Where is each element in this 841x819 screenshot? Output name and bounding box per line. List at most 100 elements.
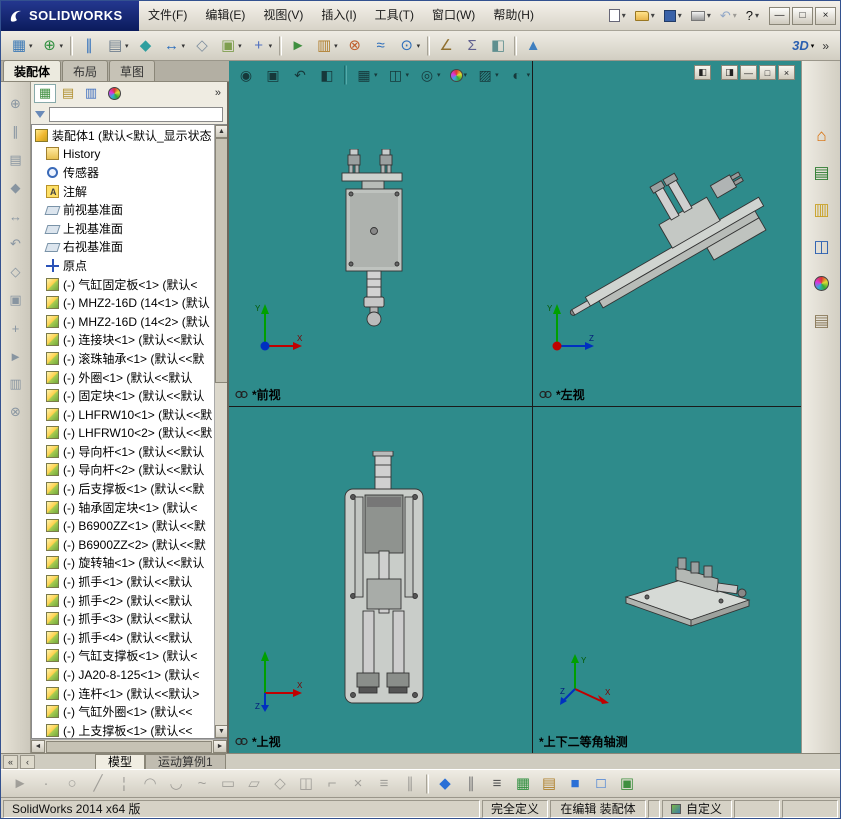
scrollbar-thumb[interactable]: [46, 740, 212, 753]
appearances-scenes[interactable]: [808, 271, 836, 296]
select[interactable]: ►: [8, 772, 32, 796]
tree-item[interactable]: (-) 滚珠轴承<1> (默认<<默: [32, 349, 213, 368]
bill-of-materials[interactable]: ▥: [5, 374, 27, 394]
tree-item[interactable]: (-) JA20-8-125<1> (默认<: [32, 665, 213, 684]
displaymanager-tab[interactable]: [103, 84, 125, 103]
configurationmanager-tab[interactable]: ▥: [80, 84, 102, 103]
file-explorer[interactable]: ▥: [808, 197, 836, 222]
tree-item[interactable]: History: [32, 145, 213, 164]
separator[interactable]: [279, 35, 283, 56]
tree-vertical-scrollbar[interactable]: ▲ ▼: [214, 125, 227, 738]
tree-item[interactable]: (-) 连杆<1> (默认<<默认>: [32, 684, 213, 703]
menu-item[interactable]: 工具(T): [366, 1, 423, 30]
measure[interactable]: ∠: [434, 34, 458, 58]
centerline[interactable]: ¦: [112, 772, 136, 796]
interference-detection[interactable]: ⊙ ▾: [395, 34, 424, 58]
tree-item[interactable]: (-) 气缸外圈<1> (默认<<: [32, 702, 213, 721]
viewport-front[interactable]: XY *前视: [229, 61, 532, 406]
tree-item[interactable]: (-) 外圈<1> (默认<<默认: [32, 368, 213, 387]
exit-sketch[interactable]: ▣: [615, 772, 639, 796]
open-document[interactable]: ▾: [631, 8, 659, 24]
featuremanager-filter-input[interactable]: [49, 106, 223, 122]
motion-study[interactable]: ►: [5, 346, 27, 366]
toolbar-more-button[interactable]: »: [822, 39, 829, 53]
tree-item[interactable]: (-) B6900ZZ<1> (默认<<默: [32, 516, 213, 535]
tree-item[interactable]: (-) 抓手<2> (默认<<默认: [32, 591, 213, 610]
move-component[interactable]: ↔: [5, 206, 27, 226]
view-palette[interactable]: ◫: [808, 234, 836, 259]
display-style[interactable]: ◫ ▾: [384, 63, 413, 87]
commandmanager-tab[interactable]: 装配体: [3, 60, 62, 81]
menu-item[interactable]: 帮助(H): [484, 1, 543, 30]
viewport-left[interactable]: ZY *左视: [533, 61, 801, 406]
previous-view[interactable]: ↶: [288, 63, 312, 87]
spline[interactable]: ~: [190, 772, 214, 796]
instant-3d[interactable]: ▲: [521, 34, 545, 58]
scrollbar-thumb[interactable]: [215, 138, 227, 383]
tree-item[interactable]: (-) 后支撑板<1> (默认<<默: [32, 479, 213, 498]
viewport-layout-left[interactable]: ◧: [694, 65, 711, 80]
menu-item[interactable]: 编辑(E): [196, 1, 254, 30]
hide-show-items[interactable]: ◎ ▾: [415, 63, 444, 87]
attachments[interactable]: ∥: [459, 772, 483, 796]
tree-item[interactable]: 上视基准面: [32, 219, 213, 238]
exploded-view[interactable]: ⊗: [5, 402, 27, 422]
separator[interactable]: [426, 773, 429, 794]
menu-item[interactable]: 文件(F): [139, 1, 196, 30]
viewport-isometric[interactable]: Y X Z *上下二等角轴测: [533, 407, 801, 753]
convert-entities[interactable]: ≡: [372, 772, 396, 796]
menu-item[interactable]: 窗口(W): [423, 1, 484, 30]
mate[interactable]: ∥: [5, 122, 27, 142]
move-component[interactable]: ↔ ▾: [160, 34, 189, 58]
mate[interactable]: ∥: [77, 34, 101, 58]
assembly-features[interactable]: ▣ ▾: [216, 34, 245, 58]
tree-item[interactable]: (-) MHZ2-16D (14<1> (默认: [32, 293, 213, 312]
smart-fasteners[interactable]: ◆: [134, 34, 158, 58]
propertymanager-tab[interactable]: ▤: [57, 84, 79, 103]
rectangle[interactable]: ▭: [216, 772, 240, 796]
tree-item[interactable]: (-) 轴承固定块<1> (默认<: [32, 498, 213, 517]
grid-system[interactable]: ▦: [511, 772, 535, 796]
arc[interactable]: ◠: [138, 772, 162, 796]
sketch-point[interactable]: ·: [34, 772, 58, 796]
separator[interactable]: [427, 35, 431, 56]
scroll-left[interactable]: ‹: [20, 755, 35, 769]
tree-item[interactable]: (-) MHZ2-16D (14<2> (默认: [32, 312, 213, 331]
tree-item[interactable]: (-) 旋转轴<1> (默认<<默认: [32, 554, 213, 573]
scroll-down-button[interactable]: ▼: [215, 725, 227, 738]
separator[interactable]: [344, 65, 347, 85]
zoom-to-fit[interactable]: ◉: [234, 63, 258, 87]
tree-item[interactable]: (-) 导向杆<1> (默认<<默认: [32, 442, 213, 461]
show-hidden-components[interactable]: ◇: [190, 34, 214, 58]
scroll-right-button[interactable]: ►: [213, 740, 227, 753]
tree-item[interactable]: (-) 上支撑板<1> (默认<<: [32, 721, 213, 738]
viewport-layout-right[interactable]: ◨: [721, 65, 738, 80]
tree-horizontal-scrollbar[interactable]: ◄ ►: [31, 739, 227, 753]
commandmanager-tab[interactable]: 布局: [62, 60, 109, 81]
custom-properties[interactable]: ▤: [808, 308, 836, 333]
tree-item[interactable]: (-) 抓手<1> (默认<<默认: [32, 572, 213, 591]
scroll-left-button[interactable]: ◄: [31, 740, 45, 753]
close-button[interactable]: ×: [815, 6, 836, 25]
separator[interactable]: [514, 35, 518, 56]
tangent-arc[interactable]: ◡: [164, 772, 188, 796]
restore-document[interactable]: □: [759, 65, 776, 80]
tree-item[interactable]: (-) LHFRW10<2> (默认<<默: [32, 424, 213, 443]
minimize-button[interactable]: —: [769, 6, 790, 25]
tree-item[interactable]: (-) 气缸支撑板<1> (默认<: [32, 647, 213, 666]
tree-item[interactable]: 注解: [32, 182, 213, 201]
smart-fasteners[interactable]: ◆: [5, 178, 27, 198]
section-view[interactable]: ◧: [315, 63, 339, 87]
tree-item[interactable]: (-) 连接块<1> (默认<<默认: [32, 331, 213, 350]
tree-root-item[interactable]: 装配体1 (默认<默认_显示状态: [32, 126, 213, 145]
close-document[interactable]: ×: [778, 65, 795, 80]
featuremanager-tree-tab[interactable]: ▦: [34, 83, 56, 103]
print-document[interactable]: ▾: [687, 8, 715, 24]
viewport-top[interactable]: XZ *上视: [229, 407, 532, 753]
undo[interactable]: ↶ ▾: [716, 6, 741, 25]
section-properties[interactable]: ◧: [486, 34, 510, 58]
offset-entities[interactable]: ∥: [398, 772, 422, 796]
3d-drawing-view-button[interactable]: 3D: [792, 38, 809, 53]
line-format[interactable]: ≡: [485, 772, 509, 796]
reference-geometry[interactable]: +: [5, 318, 27, 338]
